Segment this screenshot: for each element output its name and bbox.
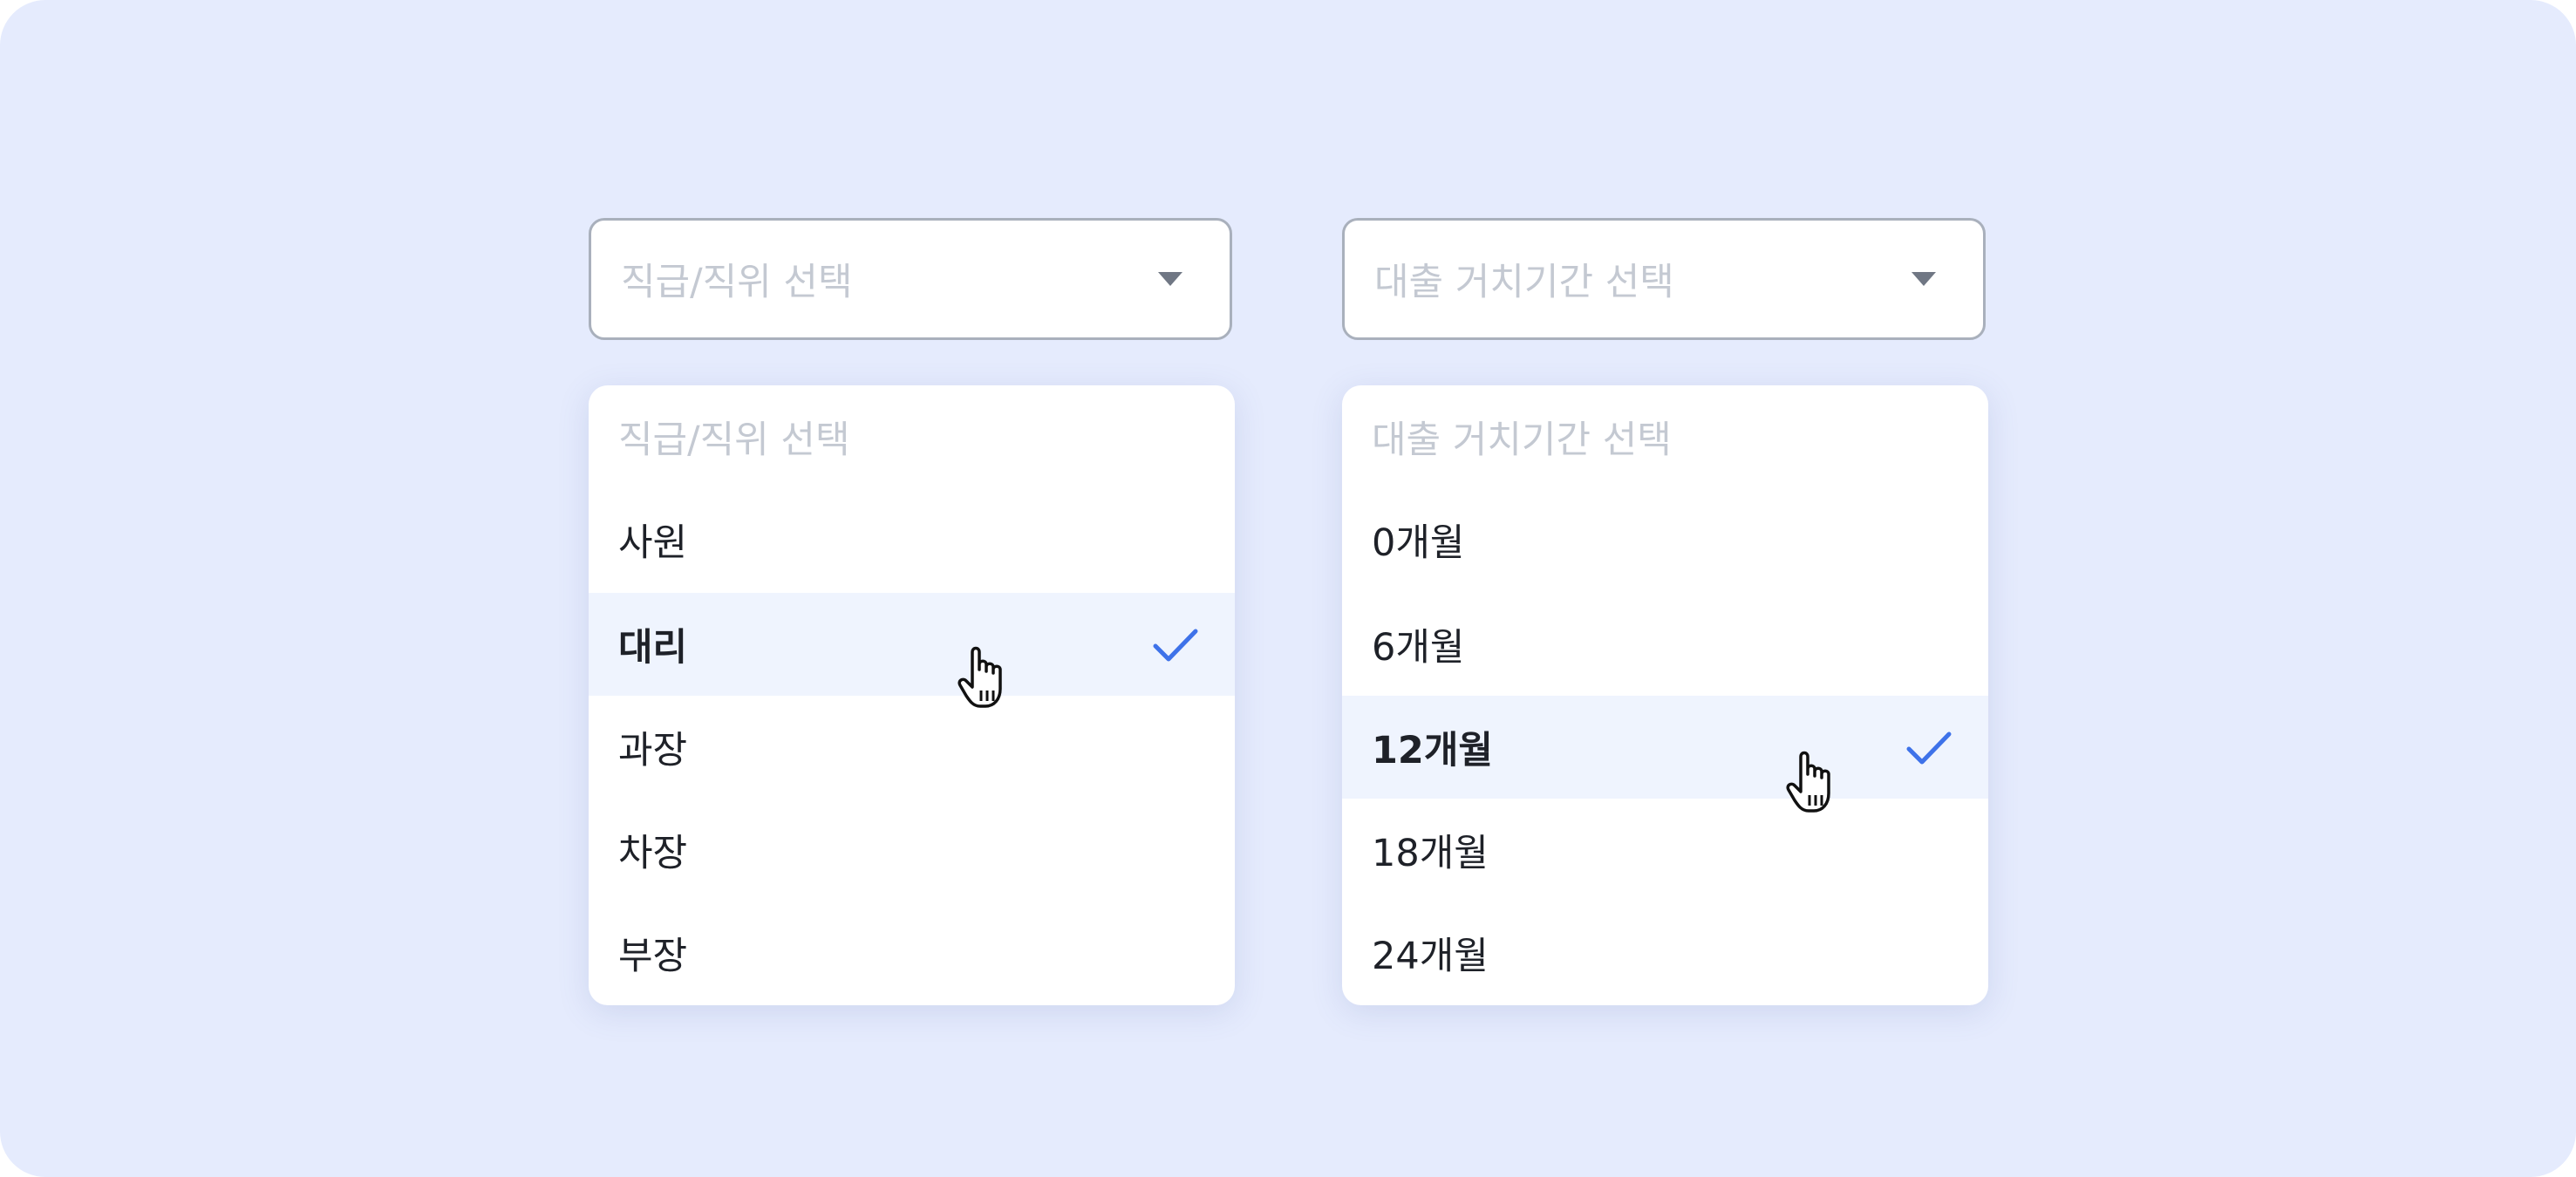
option-label: 24개월 bbox=[1372, 935, 1489, 978]
position-select[interactable]: 직급/직위 선택 bbox=[589, 218, 1232, 340]
option-label: 사원 bbox=[618, 521, 688, 565]
grace-period-option-6-months[interactable]: 6개월 bbox=[1342, 593, 1988, 696]
chevron-down-icon bbox=[1912, 272, 1936, 286]
option-label: 18개월 bbox=[1372, 832, 1489, 875]
option-label: 대리 bbox=[618, 626, 688, 670]
option-label: 과장 bbox=[618, 729, 688, 772]
grace-period-option-12-months[interactable]: 12개월 bbox=[1342, 696, 1988, 799]
position-dropdown-menu: 직급/직위 선택 사원 대리 과장 차장 부장 bbox=[589, 385, 1235, 1005]
option-label: 부장 bbox=[618, 935, 688, 978]
chevron-down-icon bbox=[1158, 272, 1182, 286]
grace-period-menu-header: 대출 거치기간 선택 bbox=[1342, 385, 1988, 488]
check-icon bbox=[1906, 731, 1952, 765]
position-option-assistant-manager[interactable]: 대리 bbox=[589, 593, 1235, 696]
canvas: 직급/직위 선택 대출 거치기간 선택 직급/직위 선택 사원 대리 과장 차장 bbox=[0, 0, 2576, 1177]
check-icon bbox=[1153, 629, 1198, 662]
option-label: 0개월 bbox=[1372, 521, 1465, 565]
option-label: 12개월 bbox=[1372, 729, 1493, 772]
grace-period-option-24-months[interactable]: 24개월 bbox=[1342, 901, 1988, 1004]
position-select-placeholder: 직급/직위 선택 bbox=[621, 261, 853, 304]
position-menu-header: 직급/직위 선택 bbox=[589, 385, 1235, 488]
grace-period-dropdown-menu: 대출 거치기간 선택 0개월 6개월 12개월 18개월 24개월 bbox=[1342, 385, 1988, 1005]
grace-period-option-18-months[interactable]: 18개월 bbox=[1342, 799, 1988, 901]
grace-period-option-0-months[interactable]: 0개월 bbox=[1342, 488, 1988, 591]
grace-period-menu-header-label: 대출 거치기간 선택 bbox=[1372, 418, 1672, 462]
position-option-deputy-general-manager[interactable]: 차장 bbox=[589, 799, 1235, 901]
position-menu-header-label: 직급/직위 선택 bbox=[618, 418, 850, 462]
position-option-manager[interactable]: 과장 bbox=[589, 696, 1235, 799]
grace-period-select-placeholder: 대출 거치기간 선택 bbox=[1374, 261, 1674, 304]
position-option-general-manager[interactable]: 부장 bbox=[589, 901, 1235, 1004]
option-label: 차장 bbox=[618, 832, 688, 875]
position-option-staff[interactable]: 사원 bbox=[589, 488, 1235, 591]
grace-period-select[interactable]: 대출 거치기간 선택 bbox=[1342, 218, 1986, 340]
option-label: 6개월 bbox=[1372, 626, 1465, 670]
